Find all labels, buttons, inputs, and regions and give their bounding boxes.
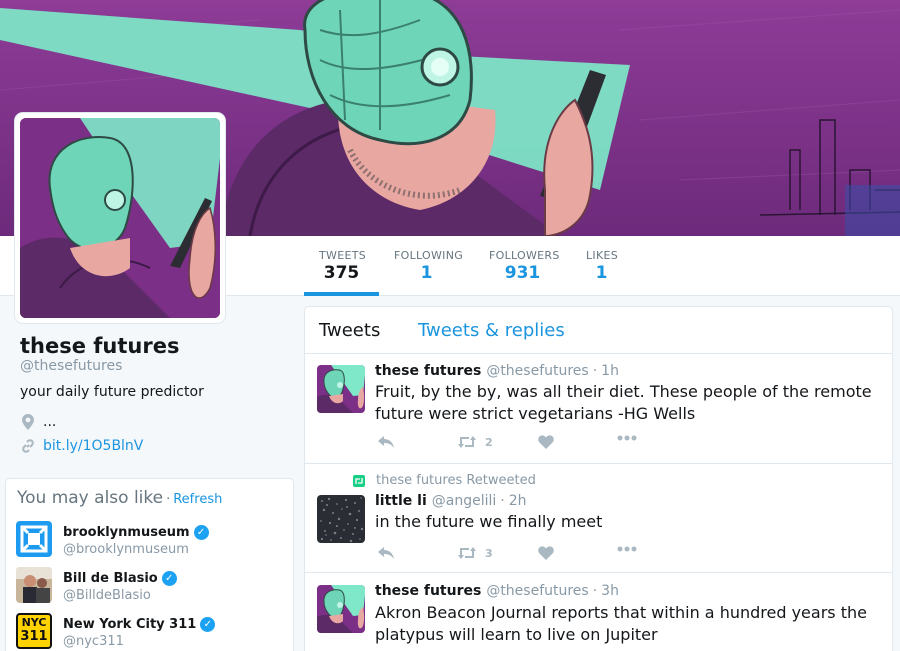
avatar[interactable] — [317, 365, 365, 413]
stat-value: 1 — [420, 263, 433, 283]
verified-badge-icon: ✓ — [193, 525, 209, 540]
tweet-author-name[interactable]: little li — [375, 493, 427, 509]
wtf-item[interactable]: brooklynmuseum ✓ @brooklynmuseum — [16, 521, 286, 561]
retweet-button[interactable]: 3 — [457, 546, 493, 560]
tweet-header: these futures @thesefutures · 1h — [375, 363, 619, 379]
location-pin-icon — [20, 414, 36, 430]
stat-value: 375 — [323, 263, 360, 283]
stat-following[interactable]: FOLLOWING 1 — [379, 236, 474, 296]
retweet-context: these futures Retweeted — [353, 473, 536, 488]
tweet-author-handle[interactable]: @thesefutures — [486, 583, 588, 599]
tweet-separator: · — [592, 363, 598, 379]
more-icon[interactable] — [617, 546, 637, 552]
wtf-title: You may also like — [17, 488, 164, 508]
avatar[interactable] — [317, 495, 365, 543]
wtf-name-text[interactable]: Bill de Blasio — [63, 571, 158, 586]
link-icon — [20, 439, 36, 453]
profile-name: these futures — [20, 334, 180, 358]
stat-label: FOLLOWERS — [489, 249, 560, 262]
avatar[interactable] — [317, 585, 365, 633]
avatar[interactable] — [16, 521, 52, 557]
retweet-context-icon — [353, 474, 365, 487]
tweet-header: little li @angelili · 2h — [375, 493, 527, 509]
tweet-author-handle[interactable]: @thesefutures — [486, 363, 588, 379]
like-icon[interactable] — [538, 435, 554, 449]
wtf-name[interactable]: brooklynmuseum ✓ — [63, 525, 209, 540]
retweet-count: 2 — [485, 435, 493, 449]
tweet-timestamp[interactable]: 3h — [601, 583, 619, 599]
retweet-icon — [458, 547, 476, 559]
tweet[interactable]: these futures @thesefutures · 3h Akron B… — [305, 574, 892, 651]
reply-icon[interactable] — [377, 546, 395, 560]
avatar-text-top: NYC — [21, 616, 47, 629]
avatar[interactable] — [16, 567, 52, 603]
tab-tweets-and-replies[interactable]: Tweets & replies — [418, 320, 565, 341]
more-icon[interactable] — [617, 435, 637, 441]
profile-url[interactable]: bit.ly/1O5BlnV — [20, 438, 143, 454]
wtf-separator: · — [166, 492, 171, 507]
reply-icon[interactable] — [377, 435, 395, 449]
tweet-separator: · — [500, 493, 505, 509]
wtf-handle: @nyc311 — [63, 634, 124, 649]
profile-handle: @thesefutures — [20, 358, 123, 374]
tweet-timestamp[interactable]: 2h — [509, 493, 527, 509]
tweet-author-name[interactable]: these futures — [375, 363, 481, 379]
avatar[interactable]: NYC 311 — [16, 613, 52, 649]
wtf-handle: @BilldeBlasio — [63, 588, 151, 603]
wtf-item[interactable]: Bill de Blasio ✓ @BilldeBlasio — [16, 567, 286, 607]
retweet-icon — [458, 436, 476, 448]
tweet-actions: 3 — [375, 546, 675, 566]
who-to-follow-module: You may also like · Refresh brooklynmuse… — [5, 478, 294, 651]
location-text: ... — [43, 414, 57, 430]
tweet[interactable]: these futures @thesefutures · 1h Fruit, … — [305, 354, 892, 464]
stat-likes[interactable]: LIKES 1 — [571, 236, 632, 296]
tweet-timestamp[interactable]: 1h — [601, 363, 619, 379]
refresh-link[interactable]: Refresh — [173, 492, 222, 507]
profile-bio: your daily future predictor — [20, 384, 204, 400]
tweet-actions: 2 — [375, 435, 675, 455]
avatar-text-bottom: 311 — [20, 629, 48, 644]
tweet[interactable]: these futures Retweeted little li @angel… — [305, 465, 892, 573]
tab-tweets[interactable]: Tweets — [319, 320, 380, 341]
url-text[interactable]: bit.ly/1O5BlnV — [43, 438, 143, 454]
stat-value: 931 — [504, 263, 541, 283]
wtf-name[interactable]: New York City 311 ✓ — [63, 617, 216, 632]
verified-badge-icon: ✓ — [161, 571, 177, 586]
retweet-button[interactable]: 2 — [457, 435, 493, 449]
tweet-text: Fruit, by the by, was all their diet. Th… — [375, 382, 872, 423]
tweet-text: in the future we finally meet — [375, 512, 603, 531]
wtf-name-text[interactable]: New York City 311 — [63, 617, 196, 632]
stat-label: TWEETS — [319, 249, 366, 262]
wtf-name-text[interactable]: brooklynmuseum — [63, 525, 190, 540]
wtf-name[interactable]: Bill de Blasio ✓ — [63, 571, 177, 586]
wtf-handle: @brooklynmuseum — [63, 542, 189, 557]
tweet-author-name[interactable]: these futures — [375, 583, 481, 599]
profile-location: ... — [20, 414, 56, 430]
tweet-author-handle[interactable]: @angelili — [432, 493, 497, 509]
wtf-item[interactable]: NYC 311 New York City 311 ✓ @nyc311 — [16, 613, 286, 651]
stat-label: LIKES — [586, 249, 619, 262]
stat-tweets[interactable]: TWEETS 375 — [304, 236, 379, 296]
profile-avatar[interactable] — [15, 113, 225, 323]
stat-followers[interactable]: FOLLOWERS 931 — [474, 236, 571, 296]
retweet-context-text[interactable]: these futures Retweeted — [376, 473, 536, 488]
retweet-count: 3 — [485, 546, 493, 560]
tweet-separator: · — [592, 583, 598, 599]
stat-label: FOLLOWING — [394, 249, 464, 262]
verified-badge-icon: ✓ — [200, 617, 216, 632]
tweet-header: these futures @thesefutures · 3h — [375, 583, 619, 599]
stat-value: 1 — [595, 263, 608, 283]
timeline-tabs: Tweets Tweets & replies — [305, 307, 892, 354]
timeline: Tweets Tweets & replies these futures @t… — [304, 306, 893, 651]
tweet-text: Akron Beacon Journal reports that within… — [375, 603, 867, 644]
like-icon[interactable] — [538, 546, 554, 560]
